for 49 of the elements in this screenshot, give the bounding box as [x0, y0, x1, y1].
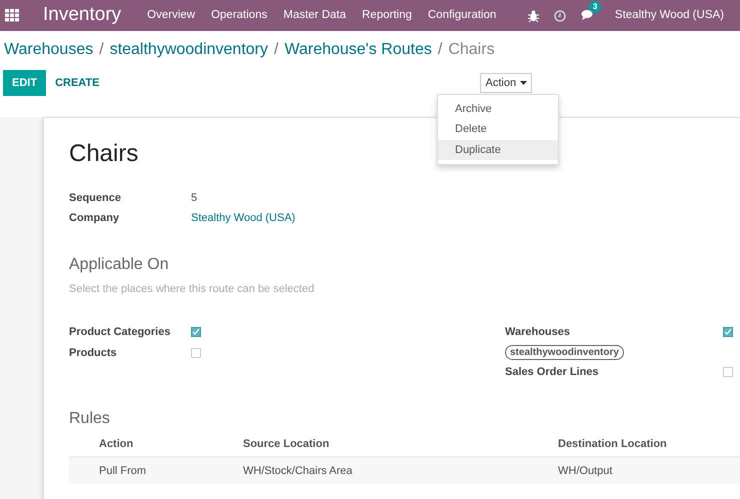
menu-option[interactable]: Duplicate [438, 140, 558, 160]
table-cell: Pull From [69, 456, 243, 484]
field-label: Company [69, 210, 120, 226]
menu-item[interactable]: Overview [147, 8, 196, 23]
chat-icon[interactable] [580, 9, 595, 22]
bug-icon[interactable] [528, 10, 539, 22]
checkbox[interactable] [723, 367, 733, 378]
column-header[interactable]: Source Location [243, 432, 558, 457]
tag: stealthywoodinventory [505, 344, 624, 360]
field-label: Warehouses [505, 325, 570, 340]
field-label: Product Categories [69, 325, 172, 340]
section-heading: Applicable On [69, 254, 170, 275]
apps-menu-icon[interactable] [5, 9, 19, 22]
checkbox[interactable] [191, 348, 201, 358]
menu-item[interactable]: Reporting [362, 8, 412, 23]
caret-icon [520, 80, 528, 85]
record-title: Chairs [69, 140, 138, 169]
field-label: Sales Order Lines [505, 365, 599, 380]
field-label: Sequence [69, 190, 122, 206]
table-cell: WH/Output [558, 456, 740, 484]
field-value: 5 [191, 190, 198, 206]
field-label: Products [69, 346, 118, 361]
checkbox[interactable] [191, 327, 201, 338]
action-dropdown-button[interactable]: Action [480, 72, 532, 94]
clock-icon[interactable] [554, 10, 566, 22]
message-count-badge: 3 [588, 1, 602, 14]
app-title: Inventory [43, 3, 122, 28]
menu-option[interactable]: Archive [438, 99, 558, 120]
breadcrumb-separator: / [438, 41, 442, 58]
menu-item[interactable]: Configuration [428, 8, 496, 23]
create-button[interactable]: CREATE [46, 70, 108, 96]
menu-item[interactable]: Master Data [283, 8, 346, 23]
column-header[interactable]: Destination Location [558, 432, 740, 457]
column-header[interactable]: Action [69, 432, 243, 457]
table-cell: WH/Stock/Chairs Area [243, 456, 558, 484]
section-heading: Rules [69, 408, 111, 429]
breadcrumb-link[interactable]: stealthywoodinventory [110, 41, 268, 58]
company-switcher[interactable]: Stealthy Wood (USA) [614, 8, 724, 23]
breadcrumb-separator: / [274, 41, 278, 58]
section-hint: Select the places where this route can be selected [69, 282, 316, 296]
checkbox[interactable] [723, 327, 733, 338]
breadcrumb-current: Chairs [448, 41, 495, 58]
breadcrumb-link[interactable]: Warehouse's Routes [284, 41, 432, 58]
edit-button[interactable]: EDIT [3, 70, 46, 96]
breadcrumb-link[interactable]: Warehouses [4, 41, 94, 58]
menu-item[interactable]: Operations [211, 8, 268, 23]
breadcrumb-separator: / [99, 41, 104, 58]
field-link[interactable]: Stealthy Wood (USA) [191, 210, 296, 231]
menu-option[interactable]: Delete [438, 119, 558, 140]
